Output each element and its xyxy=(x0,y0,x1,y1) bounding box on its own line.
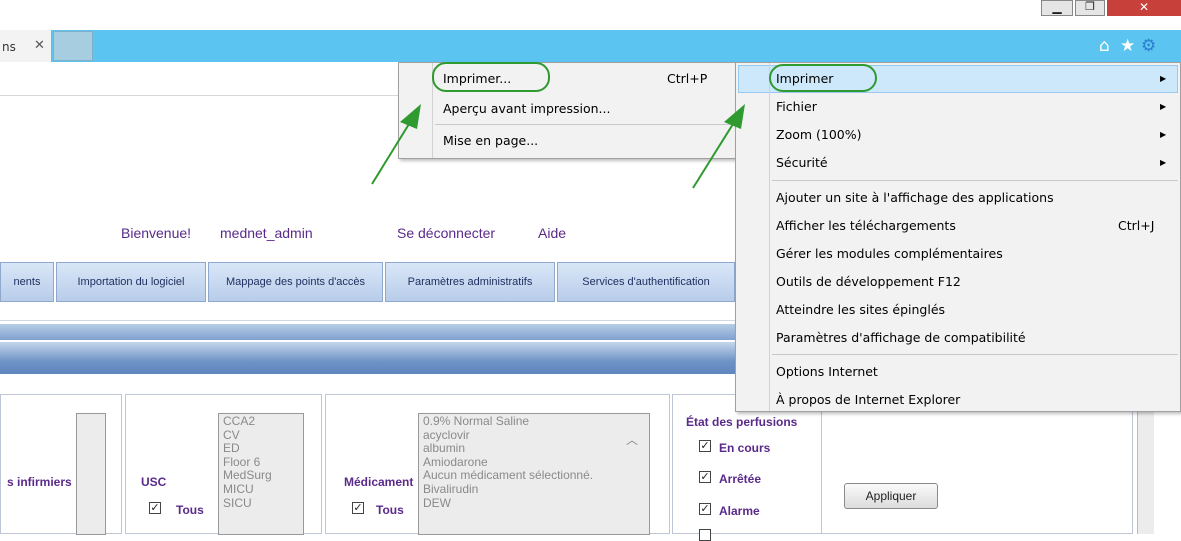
annotation-arrow-left-icon xyxy=(371,104,421,185)
annotation-arrows xyxy=(371,104,745,189)
annotation-arrow-right-icon xyxy=(692,104,745,189)
